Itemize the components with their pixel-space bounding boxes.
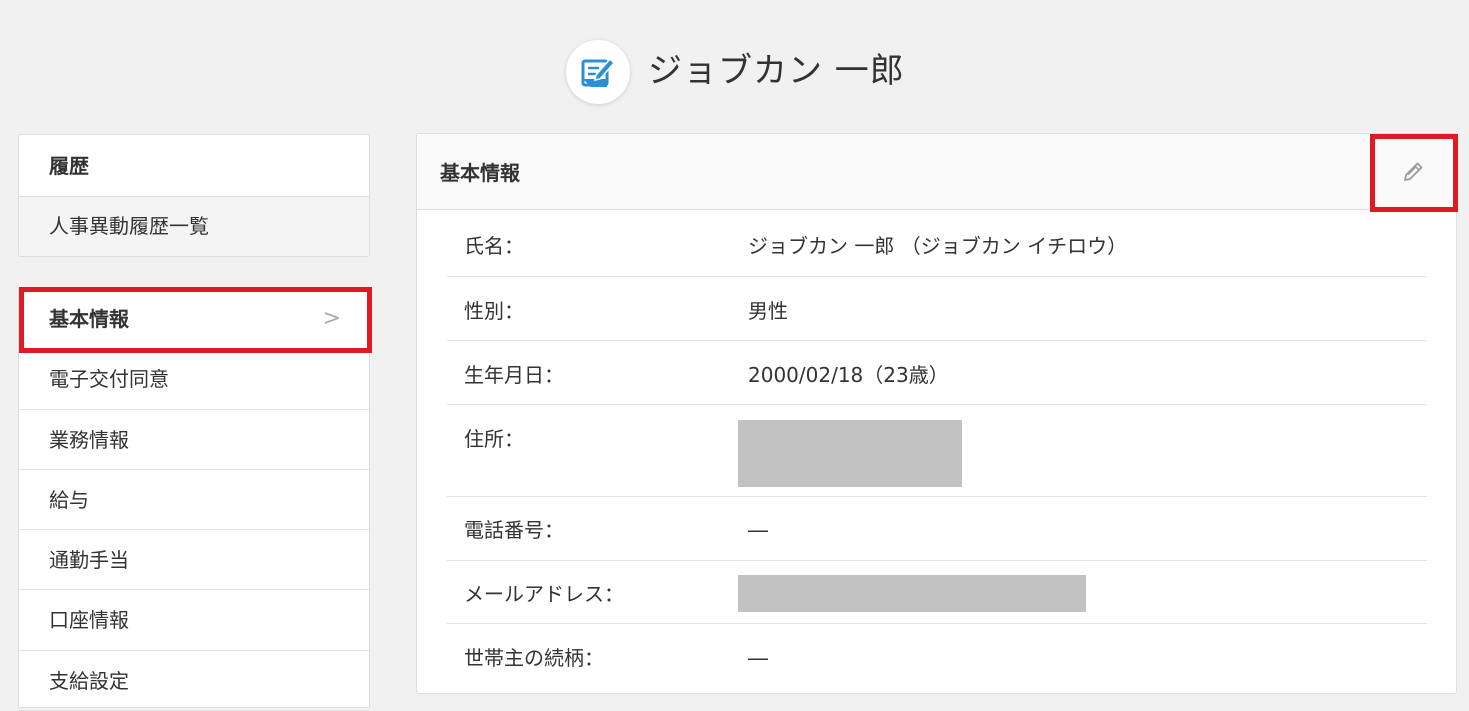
panel-title: 基本情報 [440,161,520,185]
panel-header: 基本情報 [417,134,1456,210]
row-value-household-relation: ― [748,646,768,670]
sidebar-item-label: 通勤手当 [49,548,129,573]
sidebar-item-label: 業務情報 [49,427,129,452]
row-value-name: ジョブカン 一郎 （ジョブカン イチロウ） [748,234,1128,258]
edit-button[interactable] [1370,134,1456,210]
basic-info-panel: 基本情報 氏名： ジョブカン 一郎 （ジョブカン イチロウ） 性別： 男性 生年… [416,133,1457,694]
redacted-address [738,420,962,487]
info-rows: 氏名： ジョブカン 一郎 （ジョブカン イチロウ） 性別： 男性 生年月日： 2… [447,210,1427,690]
table-row: 世帯主の続柄： ― [447,624,1427,690]
table-row: 電話番号： ― [447,497,1427,561]
table-row: 氏名： ジョブカン 一郎 （ジョブカン イチロウ） [447,210,1427,277]
pencil-icon [1404,162,1423,181]
page-title: ジョブカン 一郎 [648,51,905,91]
sidebar-item-basic-info[interactable]: 基本情報 > [19,289,369,350]
row-value-phone: ― [748,518,768,542]
employee-avatar [566,40,630,104]
redacted-email [738,575,1086,612]
sidebar-item-label: 基本情報 [49,307,129,331]
row-label-email: メールアドレス： [464,582,624,606]
sidebar-item-label: 給与 [49,487,89,512]
sidebar-item-work-info[interactable]: 業務情報 [19,410,369,470]
sidebar-menu: 基本情報 > 電子交付同意 業務情報 給与 通勤手当 口座情報 支給設定 [18,288,370,711]
sidebar-item-label: 支給設定 [49,668,129,693]
sidebar-item-label: 口座情報 [49,608,129,633]
history-heading: 履歴 [19,135,369,197]
row-value-gender: 男性 [748,299,788,323]
sidebar-item-electronic-consent[interactable]: 電子交付同意 [19,349,369,410]
row-label-gender: 性別： [464,299,524,323]
sidebar-item-commute-allowance[interactable]: 通勤手当 [19,530,369,591]
row-label-name: 氏名： [464,234,524,258]
row-label-birthdate: 生年月日： [464,363,564,387]
chevron-right-icon: > [322,306,341,331]
sidebar-item-label: 電子交付同意 [49,367,169,392]
row-label-address: 住所： [464,427,524,451]
table-row: 住所： [447,405,1427,497]
sidebar-item-payment-settings[interactable]: 支給設定 [19,651,369,711]
row-label-household-relation: 世帯主の続柄： [464,646,604,670]
row-label-phone: 電話番号： [464,518,564,542]
edit-note-icon [581,57,616,87]
transfer-history-link[interactable]: 人事異動履歴一覧 [19,197,369,256]
history-card: 履歴 人事異動履歴一覧 [18,134,370,257]
row-value-birthdate: 2000/02/18（23歳） [748,363,949,387]
page-header: ジョブカン 一郎 [0,0,1469,130]
sidebar-item-bank-account[interactable]: 口座情報 [19,590,369,651]
table-row: メールアドレス： [447,561,1427,624]
table-row: 性別： 男性 [447,277,1427,341]
table-row: 生年月日： 2000/02/18（23歳） [447,341,1427,405]
sidebar-item-salary[interactable]: 給与 [19,470,369,531]
